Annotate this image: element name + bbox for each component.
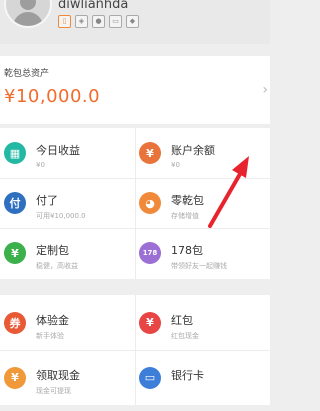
annotation-arrow-icon <box>208 156 249 228</box>
